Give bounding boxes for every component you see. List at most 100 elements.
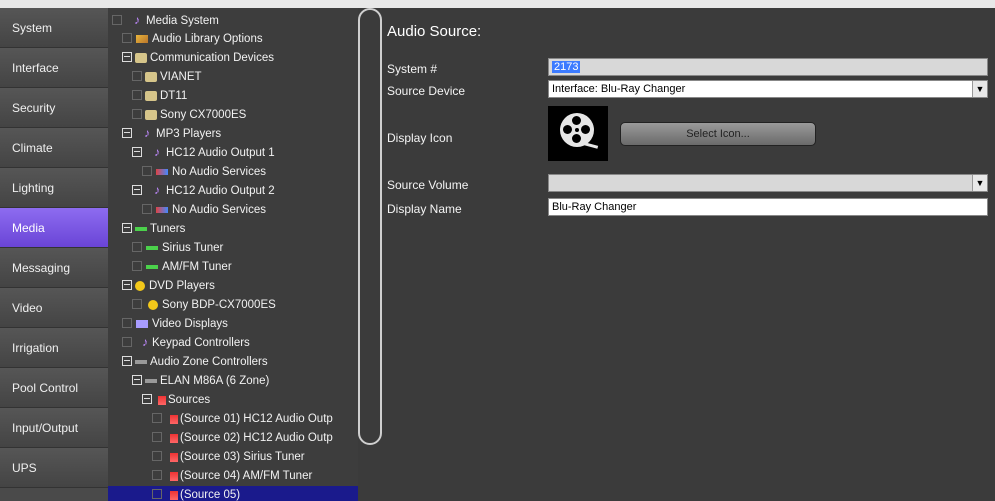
tree-node-label: (Source 03) Sirius Tuner [180,451,305,463]
checkbox[interactable] [132,261,142,271]
tree-node-label: Sony CX7000ES [160,109,247,121]
checkbox[interactable] [122,318,132,328]
checkbox[interactable] [132,71,142,81]
communication-device-icon [145,91,157,101]
source-icon [170,415,178,424]
nav-item-system[interactable]: System [0,8,108,48]
nav-item-pool-control[interactable]: Pool Control [0,368,108,408]
checkbox[interactable] [122,33,132,43]
source-icon [158,396,166,405]
zone-controller-icon [145,379,157,383]
tree-node-label: Audio Zone Controllers [150,356,268,368]
collapse-toggle[interactable] [122,128,132,138]
music-note-icon [154,181,160,199]
source-icon [170,491,178,500]
collapse-toggle[interactable] [132,185,142,195]
tree-node-label: VIANET [160,71,202,83]
display-icon [136,320,148,328]
tree-node-label: DVD Players [149,280,215,292]
checkbox[interactable] [132,90,142,100]
tree-node-label: (Source 02) HC12 Audio Outp [180,432,333,444]
tree-node-label: Audio Library Options [152,33,263,45]
system-number-value: 2173 [552,61,581,73]
collapse-toggle[interactable] [122,223,132,233]
display-name-input[interactable]: Blu-Ray Changer [548,198,988,216]
nav-item-input-output[interactable]: Input/Output [0,408,108,448]
nav-item-ups[interactable]: UPS [0,448,108,488]
nav-item-messaging[interactable]: Messaging [0,248,108,288]
display-icon-label: Display Icon [387,131,453,145]
collapse-toggle[interactable] [122,356,132,366]
checkbox[interactable] [142,204,152,214]
collapse-toggle[interactable] [122,52,132,62]
tree-node-label: AM/FM Tuner [162,261,232,273]
library-icon [136,35,148,43]
checkbox[interactable] [142,166,152,176]
collapse-toggle[interactable] [122,280,132,290]
nav-item-security[interactable]: Security [0,88,108,128]
form-title: Audio Source: [387,23,482,40]
film-reel-shape [560,113,594,147]
tree-node-label: No Audio Services [172,166,266,178]
checkbox[interactable] [132,299,142,309]
source-volume-select[interactable]: ▼ [548,174,988,192]
nav-item-irrigation[interactable]: Irrigation [0,328,108,368]
tree-node-label: (Source 05) [180,489,241,501]
collapse-toggle[interactable] [142,394,152,404]
checkbox[interactable] [152,432,162,442]
checkbox[interactable] [152,451,162,461]
source-icon [170,434,178,443]
dropdown-arrow-icon[interactable]: ▼ [972,81,987,97]
tree-node-label: No Audio Services [172,204,266,216]
communication-device-icon [135,53,147,63]
collapse-toggle[interactable] [132,375,142,385]
source-device-select[interactable]: Interface: Blu-Ray Changer ▼ [548,80,988,98]
checkbox[interactable] [152,413,162,423]
tree-node-label: Sources [168,394,211,406]
audio-services-icon [156,169,168,175]
top-border [0,0,995,8]
communication-device-icon [145,72,157,82]
film-reel-icon [548,106,608,161]
checkbox[interactable] [132,109,142,119]
nav-item-lighting[interactable]: Lighting [0,168,108,208]
zone-controller-icon [135,360,147,364]
system-number-field[interactable]: 2173 [548,58,988,76]
tuner-icon [146,246,158,250]
dropdown-arrow-icon[interactable]: ▼ [972,175,987,191]
source-device-label: Source Device [387,84,466,98]
tree-node-label: Communication Devices [150,52,274,64]
disc-icon [135,281,145,291]
nav-item-climate[interactable]: Climate [0,128,108,168]
checkbox[interactable] [152,470,162,480]
source-device-value: Interface: Blu-Ray Changer [552,83,686,95]
music-note-icon [154,143,160,161]
tree-node-label: MP3 Players [156,128,222,140]
display-name-label: Display Name [387,202,462,216]
checkbox[interactable] [132,242,142,252]
checkbox[interactable] [152,489,162,499]
tree-node-label: Sirius Tuner [162,242,224,254]
disc-icon [148,300,158,310]
tree-node-selected[interactable]: (Source 05) [108,486,358,501]
tree-node-label: Media System [146,15,219,27]
tree-scrollbar[interactable] [358,8,382,445]
film-reel-tail [583,142,599,149]
nav-item-interface[interactable]: Interface [0,48,108,88]
tuner-icon [135,227,147,231]
tree-node-label: DT11 [160,90,188,102]
tree-node-label: Video Displays [152,318,228,330]
checkbox[interactable] [112,15,122,25]
tree-node-label: HC12 Audio Output 2 [166,185,275,197]
source-volume-label: Source Volume [387,178,469,192]
select-icon-button[interactable]: Select Icon... [620,122,816,146]
music-note-icon [134,11,140,29]
tree-node-label: Tuners [150,223,186,235]
nav-item-video[interactable]: Video [0,288,108,328]
collapse-toggle[interactable] [132,147,142,157]
category-sidebar: System Interface Security Climate Lighti… [0,8,108,501]
music-note-icon [144,124,150,142]
checkbox[interactable] [122,337,132,347]
nav-item-media[interactable]: Media [0,208,108,248]
tree-node-label: Sony BDP-CX7000ES [162,299,276,311]
